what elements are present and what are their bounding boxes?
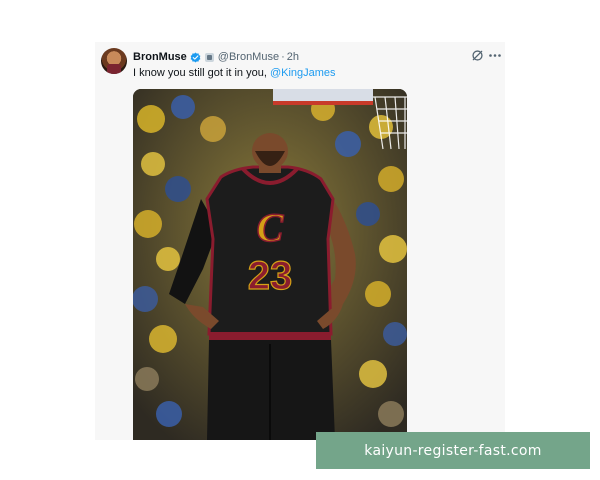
tweet-header: BronMuse @BronMuse · 2h [133,50,299,64]
mention-link[interactable]: @KingJames [270,67,336,79]
jersey-number: 23 [248,254,293,298]
handle[interactable]: @BronMuse [218,51,279,63]
grok-icon[interactable] [471,49,484,62]
jersey-logo: C [257,205,285,250]
player-photo: C 23 [133,89,407,440]
avatar[interactable] [101,48,127,74]
timestamp[interactable]: 2h [287,51,299,63]
tweet-body: I know you still got it in you, [133,67,270,79]
verified-icon [190,52,201,62]
separator-dot: · [281,51,285,63]
tweet-photo[interactable]: C 23 [133,89,407,440]
watermark: kaiyun-register-fast.com [316,432,590,469]
affiliate-badge-icon [204,52,214,62]
tweet-text: I know you still got it in you, @KingJam… [133,67,336,79]
display-name[interactable]: BronMuse [133,51,187,63]
more-icon[interactable] [488,49,502,62]
